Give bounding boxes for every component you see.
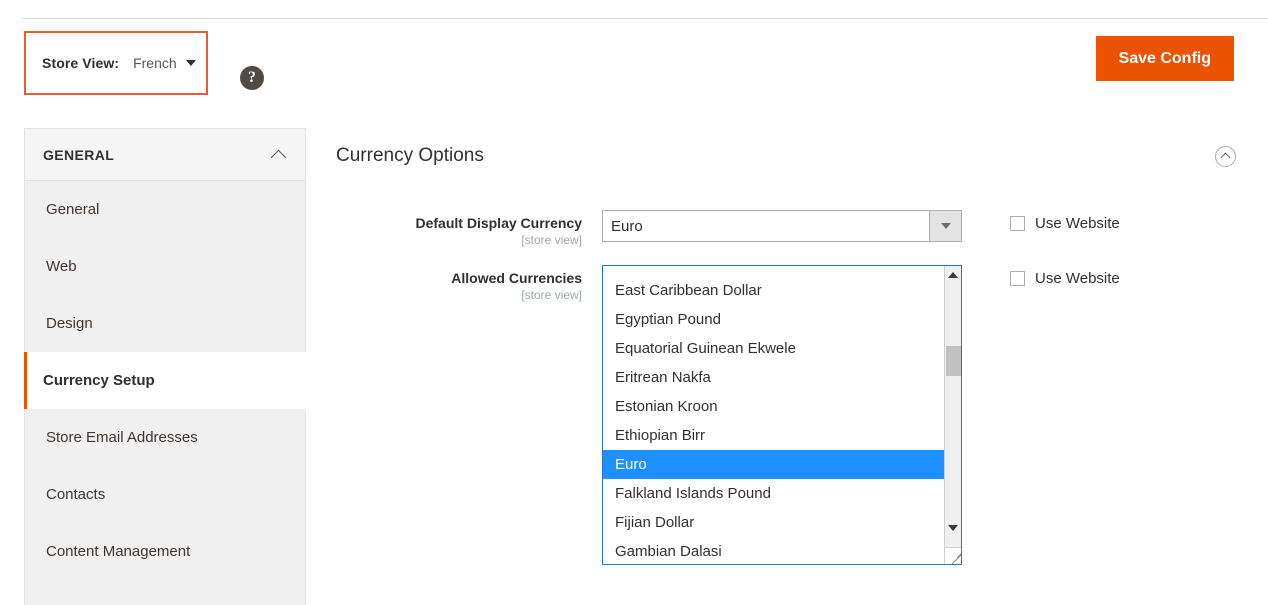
collapse-section-button[interactable]	[1215, 145, 1236, 167]
main-content: Currency Options Default Display Currenc…	[336, 128, 1250, 605]
sidebar-section-general[interactable]: GENERAL	[25, 129, 305, 181]
help-icon[interactable]: ?	[240, 66, 264, 90]
use-website-label: Use Website	[1035, 270, 1120, 287]
sidebar-item-label: General	[46, 201, 100, 218]
scroll-down-arrow-icon[interactable]	[945, 519, 961, 536]
select-dropdown-button[interactable]	[929, 211, 961, 241]
list-item[interactable]: Eritrean Nakfa	[603, 363, 944, 392]
list-item[interactable]: Equatorial Guinean Ekwele	[603, 334, 944, 363]
field-allowed-currencies: Allowed Currencies [store view] East Car…	[336, 265, 1120, 565]
sidebar-item-store-email-addresses[interactable]: Store Email Addresses	[25, 409, 305, 466]
list-item[interactable]: Ethiopian Birr	[603, 421, 944, 450]
field-label-default-display-currency: Default Display Currency [store view]	[336, 210, 602, 247]
list-item[interactable]: Egyptian Pound	[603, 305, 944, 334]
list-item[interactable]: Falkland Islands Pound	[603, 479, 944, 508]
sidebar-item-design[interactable]: Design	[25, 295, 305, 352]
field-label-text: Default Display Currency	[415, 215, 583, 231]
chevron-up-icon	[270, 149, 287, 165]
list-item-selected[interactable]: Euro	[603, 450, 944, 479]
use-website-default-display-currency[interactable]: Use Website	[1010, 215, 1120, 232]
scroll-up-arrow-icon[interactable]	[945, 266, 961, 283]
store-view-select[interactable]: French	[133, 55, 196, 71]
listbox-scrollbar[interactable]	[944, 266, 961, 564]
page-title: Currency Options	[336, 145, 484, 166]
chevron-up-icon	[1220, 152, 1231, 163]
checkbox-icon[interactable]	[1010, 271, 1025, 286]
use-website-allowed-currencies[interactable]: Use Website	[1010, 270, 1120, 287]
field-scope-text: [store view]	[521, 233, 582, 247]
save-config-button[interactable]: Save Config	[1095, 36, 1234, 81]
list-item[interactable]: East Caribbean Dollar	[603, 276, 944, 305]
settings-sidebar: GENERAL General Web Design Currency Setu…	[24, 128, 306, 605]
allowed-currencies-listbox[interactable]: East Caribbean Dollar Egyptian Pound Equ…	[602, 265, 962, 565]
list-item[interactable]: Gambian Dalasi	[603, 537, 944, 564]
sidebar-item-label: Design	[46, 315, 93, 332]
sidebar-item-web[interactable]: Web	[25, 238, 305, 295]
default-display-currency-value: Euro	[611, 217, 643, 235]
sidebar-item-general[interactable]: General	[25, 181, 305, 238]
list-item[interactable]: Estonian Kroon	[603, 392, 944, 421]
sidebar-item-currency-setup[interactable]: Currency Setup	[24, 352, 306, 409]
sidebar-item-label: Store Email Addresses	[46, 429, 198, 446]
field-default-display-currency: Default Display Currency [store view] Eu…	[336, 210, 1120, 247]
sidebar-item-label: Currency Setup	[43, 372, 155, 389]
store-view-label: Store View:	[42, 55, 120, 71]
field-label-allowed-currencies: Allowed Currencies [store view]	[336, 265, 602, 302]
sidebar-item-label: Content Management	[46, 543, 191, 560]
scrollbar-thumb[interactable]	[946, 346, 961, 376]
sidebar-item-label: Web	[46, 258, 77, 275]
use-website-label: Use Website	[1035, 215, 1120, 232]
sidebar-item-contacts[interactable]: Contacts	[25, 466, 305, 523]
sidebar-item-content-management[interactable]: Content Management	[25, 523, 305, 580]
checkbox-icon[interactable]	[1010, 216, 1025, 231]
sidebar-item-label: Contacts	[46, 486, 106, 503]
caret-down-icon	[940, 223, 951, 229]
currency-options-header: Currency Options	[336, 128, 1250, 184]
currency-setup-page: Store View: French ? Save Config GENERAL…	[0, 0, 1268, 605]
field-scope-text: [store view]	[521, 288, 582, 302]
resize-grip-icon[interactable]	[944, 547, 961, 564]
store-view-value: French	[133, 55, 177, 71]
field-label-text: Allowed Currencies	[451, 270, 582, 286]
store-view-switcher[interactable]: Store View: French	[24, 31, 208, 95]
page-header: Store View: French ? Save Config	[0, 19, 1268, 99]
list-item[interactable]: Fijian Dollar	[603, 508, 944, 537]
allowed-currencies-options: East Caribbean Dollar Egyptian Pound Equ…	[603, 266, 944, 564]
default-display-currency-select[interactable]: Euro	[602, 210, 962, 242]
sidebar-section-title: GENERAL	[43, 146, 115, 163]
chevron-down-icon	[185, 60, 196, 66]
